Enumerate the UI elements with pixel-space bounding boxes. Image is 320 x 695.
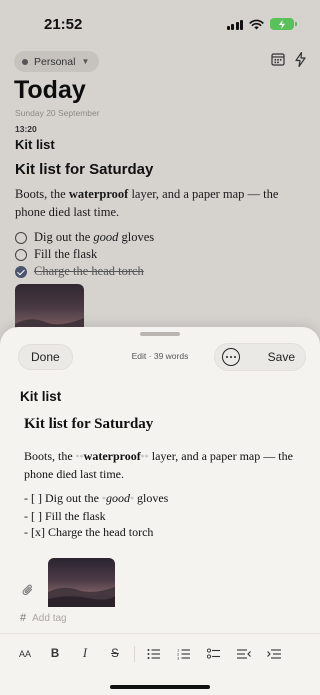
- numbered-list-icon[interactable]: 123: [169, 639, 199, 669]
- editor-paragraph[interactable]: Boots, the **waterproof** layer, and a p…: [24, 448, 299, 482]
- checklist-icon[interactable]: [199, 639, 229, 669]
- editor-checklist[interactable]: - [ ] Dig out the *good* gloves - [ ] Fi…: [24, 490, 168, 540]
- home-indicator: [110, 685, 210, 689]
- hash-icon: #: [20, 612, 27, 624]
- outdent-icon[interactable]: [229, 639, 259, 669]
- sheet-grabber[interactable]: [140, 332, 180, 336]
- bold-button[interactable]: B: [40, 639, 70, 669]
- editor-list-item[interactable]: - [x] Charge the head torch: [24, 524, 168, 540]
- title-field[interactable]: Kit list: [20, 389, 61, 404]
- toolbar-divider: [134, 645, 135, 662]
- italic-button[interactable]: I: [70, 639, 100, 669]
- paperclip-icon[interactable]: [22, 583, 34, 597]
- add-tag-input[interactable]: Add tag: [32, 613, 66, 624]
- more-options-icon[interactable]: [222, 348, 240, 366]
- editor-list-item[interactable]: - [ ] Fill the flask: [24, 508, 168, 524]
- strikethrough-button[interactable]: S: [100, 639, 130, 669]
- editor-list-item[interactable]: - [ ] Dig out the *good* gloves: [24, 490, 168, 508]
- save-button[interactable]: Save: [268, 350, 295, 364]
- svg-text:3: 3: [177, 656, 179, 660]
- format-toolbar: AA B I S 123: [0, 633, 320, 673]
- text-size-button[interactable]: AA: [10, 639, 40, 669]
- tag-row[interactable]: # Add tag: [20, 612, 67, 624]
- markdown-marker: **: [140, 453, 149, 462]
- indent-icon[interactable]: [259, 639, 289, 669]
- paragraph-bold-text: waterproof: [83, 449, 141, 463]
- bullet-list-icon[interactable]: [139, 639, 169, 669]
- edit-sheet: Done Edit · 39 words Save Kit list Kit l…: [0, 327, 320, 695]
- paragraph-text: Boots, the: [24, 449, 76, 463]
- sheet-actions: Save: [214, 343, 306, 371]
- markdown-marker: **: [75, 453, 84, 462]
- editor-photo[interactable]: [48, 558, 115, 607]
- editor-heading[interactable]: Kit list for Saturday: [24, 416, 153, 433]
